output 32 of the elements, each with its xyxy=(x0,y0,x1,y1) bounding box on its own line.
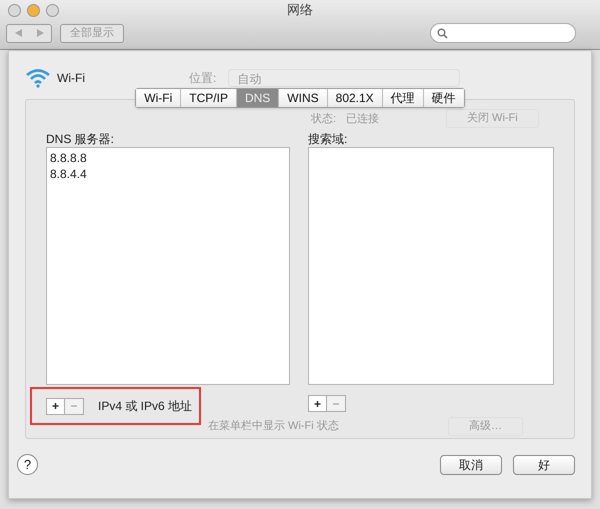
location-label: 位置: xyxy=(188,70,216,87)
search-field[interactable] xyxy=(430,23,576,43)
search-domains-label: 搜索域: xyxy=(308,131,348,147)
dns-servers-label: DNS 服务器: xyxy=(46,131,116,147)
tab[interactable]: 硬件 xyxy=(422,89,464,107)
window-title: 网络 xyxy=(287,1,313,20)
menu-bar-option: 在菜单栏中显示 Wi-Fi 状态 xyxy=(208,418,438,434)
status-value: 已连接 xyxy=(346,112,379,127)
window-control-icon[interactable] xyxy=(8,4,21,16)
add-button[interactable]: + xyxy=(46,398,65,414)
dialog-button[interactable]: 取消 xyxy=(440,454,502,474)
tab[interactable]: TCP/IP xyxy=(180,89,236,107)
tab[interactable]: WINS xyxy=(278,89,327,107)
back-arrow-icon[interactable] xyxy=(14,29,22,37)
wifi-icon xyxy=(25,68,51,88)
search-icon xyxy=(437,28,448,38)
tab[interactable]: 802.1X xyxy=(326,89,382,107)
window-control-icon[interactable] xyxy=(27,4,40,16)
forward-arrow-icon[interactable] xyxy=(36,29,44,37)
add-button[interactable]: + xyxy=(308,395,327,412)
dns-server-entry[interactable]: 8.8.4.4 xyxy=(50,166,87,182)
address-hint: IPv4 或 IPv6 地址 xyxy=(98,398,192,415)
status-label: 状态: xyxy=(311,112,336,127)
tab[interactable]: 代理 xyxy=(382,89,423,107)
tab[interactable]: Wi-Fi xyxy=(136,89,180,107)
dialog-button[interactable]: 好 xyxy=(513,454,575,474)
help-button[interactable]: ? xyxy=(17,454,38,475)
back-forward-control[interactable] xyxy=(6,24,52,42)
dns-server-list[interactable]: 8.8.8.8 8.8.4.4 xyxy=(46,147,290,385)
dns-server-entry[interactable]: 8.8.8.8 xyxy=(50,150,87,166)
service-name: Wi-Fi xyxy=(57,70,85,87)
window-control-icon[interactable] xyxy=(46,4,59,16)
